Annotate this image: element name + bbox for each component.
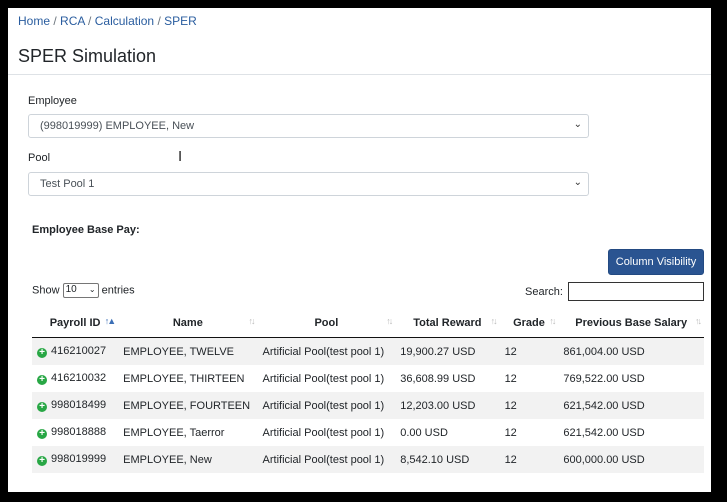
pool-label: Pool: [28, 152, 51, 164]
employee-label: Employee: [28, 95, 77, 107]
column-header-total-reward[interactable]: Total Reward ↑↓: [395, 308, 500, 338]
chevron-down-icon: ⌄: [573, 119, 582, 130]
expand-row-icon[interactable]: +: [37, 402, 47, 412]
grade-cell: 12: [499, 337, 559, 365]
table-row: +998018888 EMPLOYEE, Taerror Artificial …: [32, 419, 704, 446]
employee-base-pay-table: Payroll ID ↑▲ Name ↑↓ Pool ↑↓ Total Reward ↑…: [32, 308, 704, 473]
name-cell: EMPLOYEE, THIRTEEN: [123, 372, 245, 385]
table-row: +416210032 EMPLOYEE, THIRTEEN Artificial…: [32, 365, 704, 392]
previous-base-salary-cell: 861,004.00 USD: [558, 337, 704, 365]
grade-cell: 12: [504, 426, 517, 439]
table-header-row: Payroll ID ↑▲ Name ↑↓ Pool ↑↓ Total Reward ↑…: [32, 308, 704, 338]
employee-select[interactable]: (998019999) EMPLOYEE, New ⌄: [28, 114, 589, 138]
name-cell: EMPLOYEE, New: [118, 446, 258, 473]
previous-base-salary-cell: 600,000.00 USD: [558, 446, 704, 473]
sort-icon: ↑↓: [248, 316, 256, 326]
column-visibility-button[interactable]: Column Visibility: [608, 249, 704, 275]
column-header-pool[interactable]: Pool ↑↓: [257, 308, 396, 338]
breadcrumb: Home / RCA / Calculation / SPER: [18, 14, 197, 28]
table-row: +416210027 EMPLOYEE, TWELVE Artificial P…: [32, 337, 704, 365]
text-cursor-icon: Ⅰ: [178, 148, 183, 164]
expand-row-icon[interactable]: +: [37, 456, 47, 466]
search-input[interactable]: [568, 282, 704, 301]
sort-icon: ↑↓: [549, 316, 556, 326]
breadcrumb-rca[interactable]: RCA: [60, 14, 85, 28]
column-header-grade[interactable]: Grade ↑↓: [499, 308, 559, 338]
payroll-id-cell: +998018888: [32, 419, 118, 446]
sort-icon: ↑↓: [695, 316, 702, 326]
pool-cell: Artificial Pool(test pool 1): [257, 446, 396, 473]
show-label: Show: [32, 284, 60, 297]
previous-base-salary-cell: 769,522.00 USD: [563, 372, 645, 385]
name-cell: EMPLOYEE, TWELVE: [118, 337, 258, 365]
column-header-name[interactable]: Name ↑↓: [118, 308, 258, 338]
page-frame: Home / RCA / Calculation / SPER SPER Sim…: [8, 8, 711, 492]
payroll-id-cell: +998019999: [32, 446, 119, 473]
expand-row-icon[interactable]: +: [37, 375, 47, 385]
page-title: SPER Simulation: [18, 46, 157, 66]
name-cell: EMPLOYEE, Taerror: [123, 426, 225, 439]
expand-row-icon[interactable]: +: [37, 429, 47, 439]
column-header-previous-base-salary[interactable]: Previous Base Salary ↑↓: [558, 308, 704, 338]
pool-cell: Artificial Pool(test pool 1): [257, 392, 396, 419]
payroll-id-cell: +416210032: [32, 365, 118, 392]
section-title: Employee Base Pay:: [32, 224, 140, 236]
pool-select[interactable]: Test Pool 1 ⌄: [28, 172, 589, 196]
table-row: +998019999 EMPLOYEE, New Artificial Pool…: [32, 446, 704, 473]
column-header-payroll-id[interactable]: Payroll ID ↑▲: [32, 308, 119, 338]
pool-cell: Artificial Pool(test pool 1): [257, 337, 396, 365]
sort-icon: ↑↓: [490, 316, 498, 326]
total-reward-cell: 0.00 USD: [400, 426, 448, 439]
total-reward-cell: 8,542.10 USD: [395, 446, 500, 473]
pool-select-value: Test Pool 1: [40, 178, 95, 190]
table-row: +998018499 EMPLOYEE, FOURTEEN Artificial…: [32, 392, 704, 419]
length-control: Show 10 ⌄ entries: [32, 283, 135, 298]
title-divider: [8, 74, 711, 75]
sort-ascending-icon: ↑▲: [104, 316, 117, 326]
pool-cell: Artificial Pool(test pool 1): [262, 372, 385, 385]
total-reward-cell: 36,608.99 USD: [400, 372, 476, 385]
total-reward-cell: 12,203.00 USD: [395, 392, 500, 419]
grade-cell: 12: [499, 446, 559, 473]
payroll-id-cell: +416210027: [32, 337, 119, 365]
total-reward-cell: 19,900.27 USD: [395, 337, 500, 365]
grade-cell: 12: [499, 392, 559, 419]
chevron-down-icon: ⌄: [573, 177, 582, 188]
previous-base-salary-cell: 621,542.00 USD: [558, 392, 704, 419]
payroll-id-cell: +998018499: [32, 392, 119, 419]
sort-icon: ↑↓: [386, 316, 393, 326]
chevron-down-icon: ⌄: [88, 285, 96, 294]
breadcrumb-home[interactable]: Home: [18, 14, 50, 28]
employee-select-value: (998019999) EMPLOYEE, New: [40, 120, 195, 132]
name-cell: EMPLOYEE, FOURTEEN: [118, 392, 258, 419]
breadcrumb-sper[interactable]: SPER: [164, 14, 197, 28]
entries-select-value: 10: [65, 284, 77, 295]
expand-row-icon[interactable]: +: [37, 348, 47, 358]
breadcrumb-calculation[interactable]: Calculation: [95, 14, 154, 28]
grade-cell: 12: [504, 372, 517, 385]
previous-base-salary-cell: 621,542.00 USD: [563, 426, 645, 439]
entries-select[interactable]: 10 ⌄: [62, 283, 99, 298]
pool-cell: Artificial Pool(test pool 1): [262, 426, 385, 439]
search-label: Search:: [525, 286, 563, 298]
entries-label: entries: [101, 284, 135, 297]
